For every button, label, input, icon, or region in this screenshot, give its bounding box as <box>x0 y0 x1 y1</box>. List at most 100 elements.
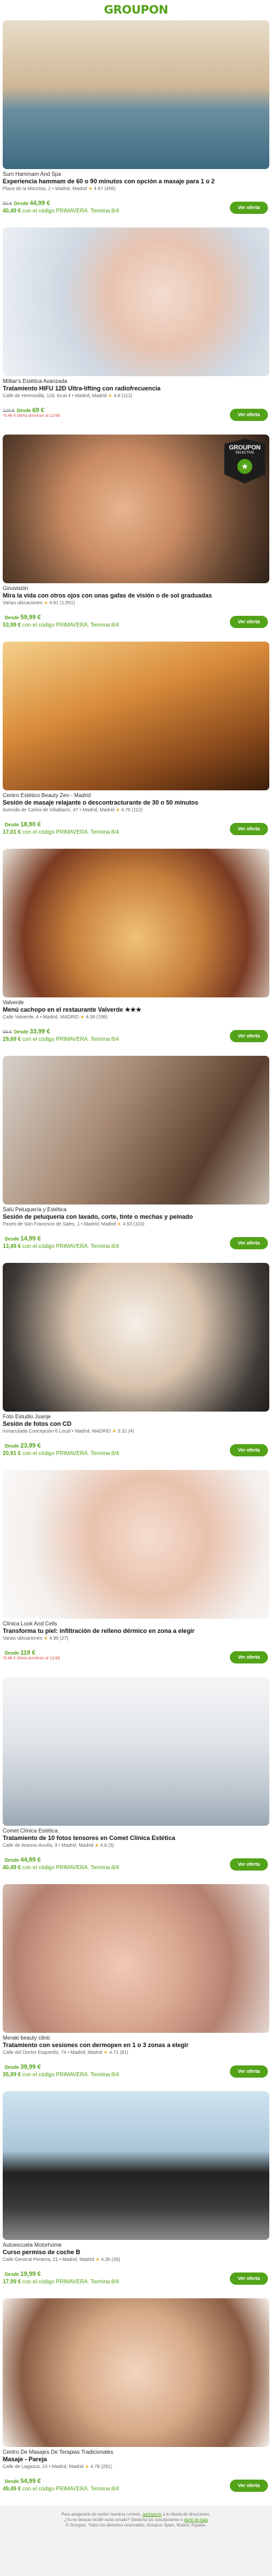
deal-image[interactable] <box>3 2091 269 2240</box>
deal-card[interactable]: Meraki beauty clinic Tratamiento con sesi… <box>0 1884 272 2091</box>
promo-text: con el código PRIMAVERA. Termina 8/4 <box>22 829 119 835</box>
from-price: Desde 44,99 € <box>14 200 50 206</box>
deal-card[interactable]: GROUPON SELECTIVE ★ Ginovisión Mira la vida … <box>0 435 272 642</box>
deal-image[interactable] <box>3 1884 269 2033</box>
promo-line: 17,01 € con el código PRIMAVERA. Termina… <box>3 829 207 835</box>
deal-image[interactable] <box>3 2298 269 2447</box>
from-price: Desde 23,99 € <box>5 1442 41 1449</box>
deal-card[interactable]: Valverde Menú cachopo en el restaurante V… <box>0 849 272 1056</box>
merchant-name: Salú Peluquería y Estética <box>3 1207 67 1213</box>
price-line: Desde 18,90 € <box>3 821 207 828</box>
deal-title[interactable]: Sesión de fotos con CD <box>3 1420 269 1428</box>
deal-address: Varias ubicaciones ★ 4.81 (1,951) <box>3 601 75 606</box>
deal-image[interactable] <box>3 849 269 997</box>
promo-text: con el código PRIMAVERA. Termina 8/4 <box>22 622 119 628</box>
price-box: Desde 14,99 €13,49 € con el código PRIMA… <box>3 1235 207 1249</box>
from-price: Desde 69 € <box>16 407 45 413</box>
price-line: Desde 19,99 € <box>3 2270 207 2277</box>
deal-image[interactable] <box>3 227 269 376</box>
view-offer-button[interactable]: Ver oferta <box>230 2065 268 2078</box>
deal-title[interactable]: Tratamiento de 10 fotos tensores en Come… <box>3 1835 269 1842</box>
groupon-logo[interactable]: GROUPON <box>104 3 169 17</box>
view-offer-button[interactable]: Ver oferta <box>230 1444 268 1456</box>
star-icon: ★ <box>84 2465 90 2469</box>
deal-address: Calle de Lagasca, 13 • Madrid, Madrid ★ … <box>3 2465 112 2469</box>
deal-image[interactable]: GROUPON SELECTIVE ★ <box>3 435 269 583</box>
view-offer-button[interactable]: Ver oferta <box>230 409 268 421</box>
rating: 4.78 <box>90 2465 100 2469</box>
review-count: (456) <box>104 187 116 191</box>
review-count: (103) <box>133 1222 145 1227</box>
deal-title[interactable]: Curso permiso de coche B <box>3 2249 269 2256</box>
deal-card[interactable]: Clínica Look And Cells Transforma tu piel… <box>0 1470 272 1677</box>
review-count: (5) <box>108 1843 114 1848</box>
merchant-name: Ginovisión <box>3 585 29 591</box>
view-offer-button[interactable]: Ver oferta <box>230 823 268 835</box>
deal-title[interactable]: Masaje - Pareja <box>3 2456 269 2463</box>
price-line: Desde 44,99 € <box>3 1856 207 1863</box>
from-price: Desde 119 € <box>5 1649 35 1656</box>
deal-title[interactable]: Menú cachopo en el restaurante Valverde … <box>3 1006 269 1014</box>
deal-card[interactable]: Centro Estético Beauty Zen - Madrid Sesió… <box>0 642 272 849</box>
deal-title[interactable]: Tratamiento con sesiones con dermopen en… <box>3 2042 269 2049</box>
deal-title[interactable]: Experiencia hammam de 60 o 90 minutos co… <box>3 178 269 185</box>
merchant-name: Centro Estético Beauty Zen - Madrid <box>3 792 91 798</box>
view-offer-button[interactable]: Ver oferta <box>230 616 268 628</box>
promo-line: 40,49 € con el código PRIMAVERA. Termina… <box>3 1864 207 1871</box>
star-icon: ★ <box>116 808 120 813</box>
deal-address: Calle del Doctor Esquerdo, 74 • Madrid, … <box>3 2050 129 2055</box>
deal-image[interactable] <box>3 1677 269 1826</box>
deal-image[interactable] <box>3 1263 269 1412</box>
deal-card[interactable]: Comet Clínica Estética Tratamiento de 10 … <box>0 1677 272 1884</box>
deal-title[interactable]: Sesión de peluquería con lavado, corte, … <box>3 1213 269 1221</box>
price-box: Desde 119 € *8.4€ 4 oferta terminan el 12… <box>3 1649 207 1661</box>
deal-title[interactable]: Sesión de masaje relajante o descontract… <box>3 799 269 807</box>
deal-image[interactable] <box>3 20 269 169</box>
deal-card[interactable]: Salú Peluquería y Estética Sesión de pelu… <box>0 1056 272 1263</box>
view-offer-button[interactable]: Ver oferta <box>230 1651 268 1663</box>
promo-price: 17,01 € <box>3 829 21 835</box>
deal-card[interactable]: Autoescuela Motorhome Curso permiso de co… <box>0 2091 272 2298</box>
review-count: (4) <box>128 1429 135 1434</box>
deal-address: Calle Valverde, 4 • Madrid, MADRID ★ 4.3… <box>3 1015 108 1020</box>
from-price: Desde 14,99 € <box>5 1235 41 1242</box>
deal-card[interactable]: Militar's Estética Avanzada Tratamiento H… <box>0 227 272 435</box>
deal-card[interactable]: Sum Hammam And Spa Experiencia hammam de … <box>0 20 272 227</box>
star-icon: ★ <box>95 2258 100 2262</box>
rating: 4.6 <box>114 394 120 399</box>
rating: 3.32 <box>118 1429 127 1434</box>
deal-image[interactable] <box>3 1470 269 1619</box>
deal-title[interactable]: Transforma tu piel: infiltración de rell… <box>3 1627 269 1635</box>
view-offer-button[interactable]: Ver oferta <box>230 2273 268 2285</box>
old-price: 69 € <box>3 1030 12 1035</box>
unsubscribe-link[interactable]: darte de baja <box>184 2518 208 2522</box>
price-line: Desde 14,99 € <box>3 1235 207 1242</box>
price-box: 69 € Desde 33,99 €29,69 € con el código P… <box>3 1028 207 1042</box>
view-offer-button[interactable]: Ver oferta <box>230 1030 268 1042</box>
deal-image[interactable] <box>3 642 269 790</box>
view-offer-button[interactable]: Ver oferta <box>230 202 268 214</box>
footer-line-2: ¿Ya no deseas recibir estos emails? Gest… <box>64 2518 208 2522</box>
price-box: Desde 54,99 € 49,49 € con el código PRIMA… <box>3 2478 207 2492</box>
review-count: (112) <box>131 808 143 813</box>
rating: 4.35 <box>101 2258 111 2262</box>
deal-list: Sum Hammam And Spa Experiencia hammam de … <box>0 20 272 2505</box>
review-count: (81) <box>120 2050 129 2055</box>
from-price: Desde 54,99 € <box>5 2478 41 2484</box>
view-offer-button[interactable]: Ver oferta <box>230 2480 268 2492</box>
view-offer-button[interactable]: Ver oferta <box>230 1858 268 1871</box>
promo-text: con el código PRIMAVERA. Termina 8/4 <box>22 1450 119 1456</box>
promo-text: con el código PRIMAVERA. Termina 8/4 <box>22 2486 119 2492</box>
from-price: Desde 18,90 € <box>5 821 41 828</box>
price-line: Desde 39,99 € <box>3 2063 207 2070</box>
from-price: Desde 19,99 € <box>5 2270 41 2277</box>
deal-card[interactable]: Centro De Masajes De Terapias Tradiciona… <box>0 2298 272 2505</box>
price-line: Desde 54,99 € <box>3 2478 207 2484</box>
add-contact-link[interactable]: agréganos <box>142 2513 161 2517</box>
deal-image[interactable] <box>3 1056 269 1204</box>
review-count: (27) <box>60 1636 69 1641</box>
deal-title[interactable]: Mira la vida con otros ojos con unas gaf… <box>3 592 269 600</box>
view-offer-button[interactable]: Ver oferta <box>230 1237 268 1249</box>
deal-title[interactable]: Tratamiento HIFU 12D Ultra-lifting con r… <box>3 385 269 392</box>
deal-card[interactable]: Foto Estudio Juanje Sesión de fotos con C… <box>0 1263 272 1470</box>
